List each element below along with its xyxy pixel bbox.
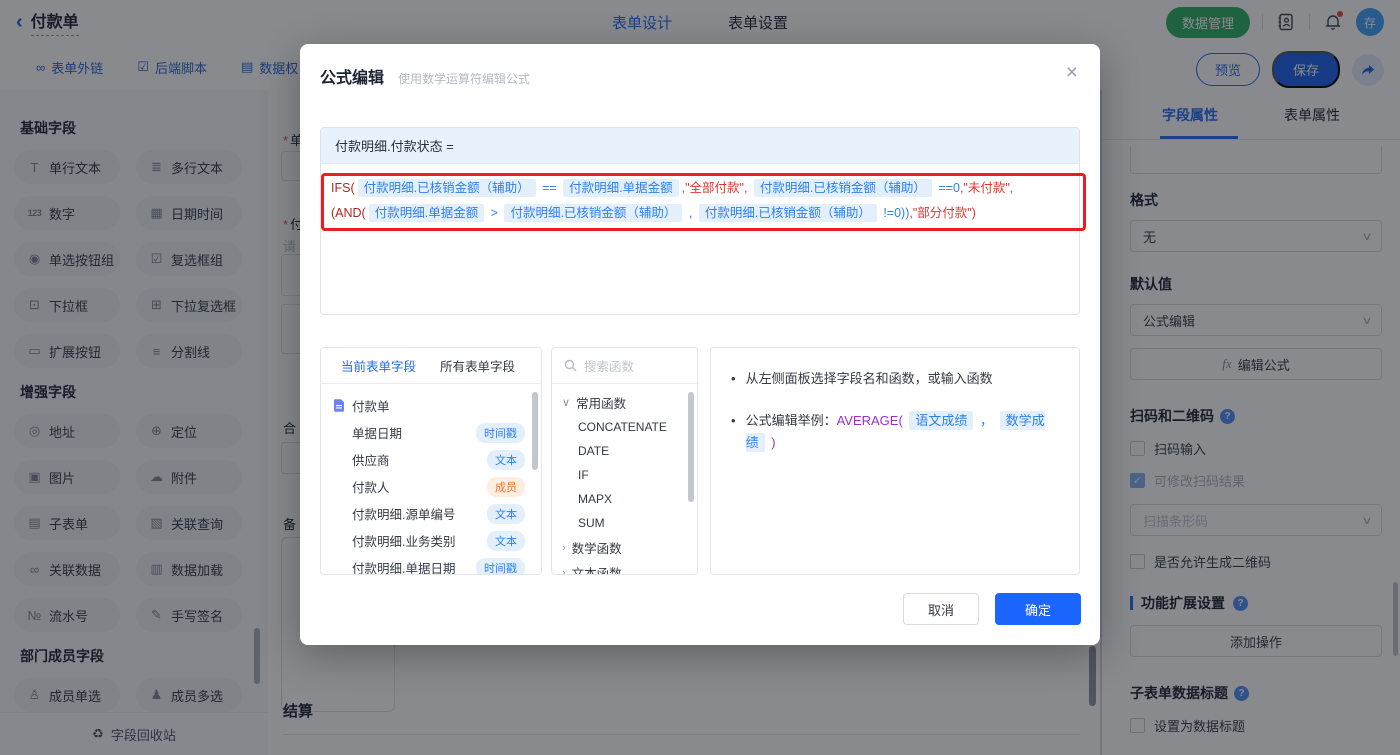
function-search-input[interactable]: 搜索函数 [552,348,697,384]
formula-editor-modal: 公式编辑 使用数学运算符编辑公式 × 付款明细.付款状态 = IFS(付款明细.… [300,44,1100,645]
help-function-close: ) [767,435,776,450]
field-token[interactable]: 付款明细.已核销金额（辅助） [504,204,683,222]
formula-token: > [487,206,502,220]
variable-label: 单据日期 [352,427,403,441]
close-icon[interactable]: × [1066,62,1078,83]
help-separator: ， [976,413,997,428]
formula-code-area[interactable]: IFS(付款明细.已核销金额（辅助） == 付款明细.单据金额 ,"全部付款", … [321,164,1079,238]
formula-token: ==0 [934,181,960,195]
functions-scrollbar[interactable] [688,392,694,502]
chevron-right-icon: › [562,541,566,554]
variable-item-单据日期[interactable]: 单据日期 时间戳 [321,419,541,446]
chevron-down-icon: ∨ [562,397,571,409]
functions-panel: 搜索函数 ∨ 常用函数 CONCATENATE DATE IF MAPX SUM › 数学函数 ›… [551,347,698,575]
formula-token: (AND( [331,206,366,220]
function-group-数学函数[interactable]: › 数学函数 [552,535,697,560]
formula-token: !=0)) [879,206,910,220]
variable-label: 付款人 [352,481,390,495]
variable-item-付款明细.业务类别[interactable]: 付款明细.业务类别 文本 [321,527,541,554]
help-function-name: AVERAGE( [836,413,907,428]
function-item-SUM[interactable]: SUM [552,511,697,535]
formula-editor: 付款明细.付款状态 = IFS(付款明细.已核销金额（辅助） == 付款明细.单… [320,127,1080,315]
variable-label: 付款明细.单据日期 [352,562,456,575]
formula-line: IFS(付款明细.已核销金额（辅助） == 付款明细.单据金额 ,"全部付款", … [331,176,1069,201]
variable-item-付款明细.单据日期[interactable]: 付款明细.单据日期 时间戳 [321,554,541,575]
function-item-DATE[interactable]: DATE [552,439,697,463]
form-file-icon [333,399,345,412]
variable-label: 付款明细.源单编号 [352,508,456,522]
variable-item-供应商[interactable]: 供应商 文本 [321,446,541,473]
function-item-CONCATENATE[interactable]: CONCATENATE [552,415,697,439]
confirm-button[interactable]: 确定 [995,593,1081,625]
function-group-文本函数[interactable]: › 文本函数 [552,560,697,575]
variable-type-badge: 文本 [487,503,525,524]
cancel-button[interactable]: 取消 [903,593,979,625]
variable-type-badge: 文本 [487,530,525,551]
formula-token: IFS( [331,181,355,195]
modal-subtitle: 使用数学运算符编辑公式 [398,72,531,86]
variable-label: 付款明细.业务类别 [352,535,456,549]
variable-item-付款明细.源单编号[interactable]: 付款明细.源单编号 文本 [321,500,541,527]
function-group-常用函数[interactable]: ∨ 常用函数 [552,390,697,415]
field-token[interactable]: 付款明细.单据金额 [563,179,679,197]
search-icon [564,359,577,372]
formula-target: 付款明细.付款状态 = [321,128,1079,164]
app-window: ‹ 付款单 表单设计 表单设置 数据管理 存 ∞表单外链☑后端脚本▤数据权 预览… [0,0,1400,755]
tab-all-form-fields[interactable]: 所有表单字段 [440,356,515,375]
chevron-right-icon: › [562,566,566,575]
field-token: 语文成绩 [909,411,974,430]
field-token[interactable]: 付款明细.单据金额 [368,204,485,222]
function-item-MAPX[interactable]: MAPX [552,487,697,511]
variable-type-badge: 文本 [487,449,525,470]
tab-current-form-fields[interactable]: 当前表单字段 [341,356,416,375]
formula-line: (AND(付款明细.单据金额 > 付款明细.已核销金额（辅助） , 付款明细.已… [331,201,1069,226]
search-placeholder: 搜索函数 [584,360,635,374]
formula-token: ,"部分付款") [909,206,976,220]
function-group-label: 数学函数 [571,542,622,556]
help-line-1: • 从左侧面板选择字段名和函数，或输入函数 [731,371,993,386]
variables-scrollbar[interactable] [532,392,538,470]
formula-token: ,"未付款", [959,181,1014,195]
variable-type-badge: 成员 [487,476,525,497]
help-example-prefix: 公式编辑举例： [745,413,837,428]
field-token[interactable]: 付款明细.已核销金额（辅助） [753,179,932,197]
variables-tabs: 当前表单字段 所有表单字段 [321,348,541,384]
formula-token: ,"全部付款", [681,181,751,195]
function-group-label: 常用函数 [576,397,627,411]
variable-item-付款人[interactable]: 付款人 成员 [321,473,541,500]
variable-label: 供应商 [352,454,390,468]
variables-panel: 当前表单字段 所有表单字段 付款单 单据日期 时间戳 供应商 文本 付款人 成员 付款明细.源… [320,347,542,575]
formula-token: == [538,181,561,195]
field-token[interactable]: 付款明细.已核销金额（辅助） [698,204,877,222]
function-item-IF[interactable]: IF [552,463,697,487]
formula-help-panel: • 从左侧面板选择字段名和函数，或输入函数 • 公式编辑举例：AVERAGE( 语文… [710,347,1080,575]
variable-type-badge: 时间戳 [476,557,525,574]
help-line-2: • 公式编辑举例：AVERAGE( 语文成绩 ， 数学成绩 ) [731,411,1045,452]
function-group-label: 文本函数 [571,567,622,575]
variable-type-badge: 时间戳 [476,422,525,443]
variable-root-label: 付款单 [352,400,390,414]
variable-root-付款单[interactable]: 付款单 [321,392,541,419]
modal-title: 公式编辑 [320,70,385,87]
field-token[interactable]: 付款明细.已核销金额（辅助） [357,179,536,197]
formula-token: , [685,206,696,220]
